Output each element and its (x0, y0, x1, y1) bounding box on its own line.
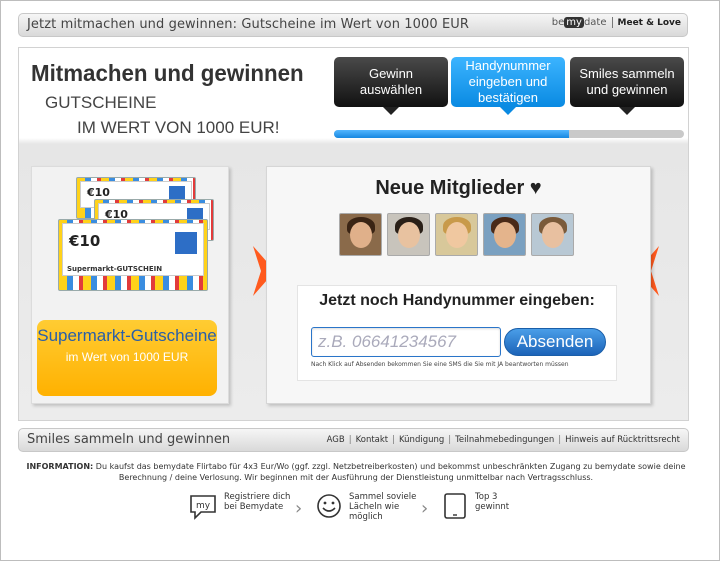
progress-bar (334, 130, 684, 138)
page-frame: Jetzt mitmachen und gewinnen: Gutscheine… (0, 0, 720, 561)
phone-hint: Nach Klick auf Absenden bekommen Sie ein… (311, 361, 569, 368)
link-kuendigung[interactable]: Kündigung (399, 435, 444, 445)
voucher-bill-front: €10 Supermarkt-GUTSCHEIN (58, 219, 208, 291)
voucher-title-box[interactable]: Supermarkt-Gutscheine im Wert von 1000 E… (37, 320, 217, 396)
avatar[interactable] (531, 213, 574, 256)
how-step-win: Top 3 gewinnt (475, 492, 510, 512)
top-header-bar: Jetzt mitmachen und gewinnen: Gutscheine… (18, 13, 688, 37)
headline-sub2: IM WERT VON 1000 EUR! (77, 118, 280, 137)
phone-prompt: Jetzt noch Handynummer eingeben: (319, 292, 595, 309)
smiley-icon (317, 494, 341, 518)
new-members-title: Neue Mitglieder ♥ (375, 177, 542, 199)
avatar[interactable] (483, 213, 526, 256)
voucher-title: Supermarkt-Gutscheine (37, 326, 217, 345)
how-step-collect: Sammel soviele Lächeln wie möglich (349, 492, 417, 522)
avatar[interactable] (435, 213, 478, 256)
send-button[interactable]: Absenden (504, 328, 606, 356)
headline-sub1: GUTSCHEINE (45, 93, 157, 112)
tablet-icon (444, 493, 466, 519)
svg-text:my: my (196, 501, 211, 511)
brand[interactable]: be my date Meet & Love (552, 17, 681, 28)
footer-title: Smiles sammeln und gewinnen (27, 432, 231, 447)
footer-links: AGB | Kontakt | Kündigung | Teilnahmebed… (326, 435, 680, 445)
chat-bubble-icon: my (190, 495, 216, 520)
step-choose-prize: Gewinn auswählen (334, 57, 448, 115)
chevron-right-icon: › (295, 498, 303, 519)
link-teilnahmebedingungen[interactable]: Teilnahmebedingungen (455, 435, 554, 445)
link-ruecktrittsrecht[interactable]: Hinweis auf Rücktrittsrecht (565, 435, 680, 445)
brand-slogan: Meet & Love (617, 17, 681, 28)
voucher-stack-image: €10 €10 €10 Supermarkt-GUTSCHEIN (46, 177, 216, 305)
avatar[interactable] (387, 213, 430, 256)
main-panel: Mitmachen und gewinnen GUTSCHEINE IM WER… (18, 47, 689, 421)
phone-form: Jetzt noch Handynummer eingeben: Absende… (297, 285, 617, 381)
chevron-right-icon: › (421, 498, 429, 519)
voucher-box[interactable]: €10 €10 €10 Supermarkt-GUTSCHEIN Superma… (31, 166, 229, 404)
voucher-subtitle: im Wert von 1000 EUR (65, 350, 189, 364)
information-body: Du kaufst das bemydate Flirtabo für 4x3 … (95, 462, 686, 482)
progress-bar-fill (334, 130, 569, 138)
phone-number-input[interactable] (311, 327, 501, 357)
information-label: INFORMATION: (26, 462, 94, 471)
link-kontakt[interactable]: Kontakt (356, 435, 389, 445)
top-header-title: Jetzt mitmachen und gewinnen: Gutscheine… (27, 17, 470, 32)
brand-logo[interactable]: be my date (552, 17, 613, 28)
information-text: INFORMATION: Du kaufst das bemydate Flir… (21, 461, 691, 483)
link-agb[interactable]: AGB (327, 435, 345, 445)
signup-box: Neue Mitglieder ♥ Jetzt noch Handynummer… (266, 166, 651, 404)
step-enter-phone: Handynummer eingeben und bestätigen (451, 57, 565, 115)
avatar[interactable] (339, 213, 382, 256)
how-step-register: Registriere dich bei Bemydate (224, 492, 291, 512)
headline-main: Mitmachen und gewinnen (31, 60, 304, 86)
member-avatars (339, 213, 574, 256)
footer-bar: Smiles sammeln und gewinnen AGB | Kontak… (18, 428, 689, 452)
step-collect-smiles: Smiles sammeln und gewinnen (570, 57, 684, 115)
